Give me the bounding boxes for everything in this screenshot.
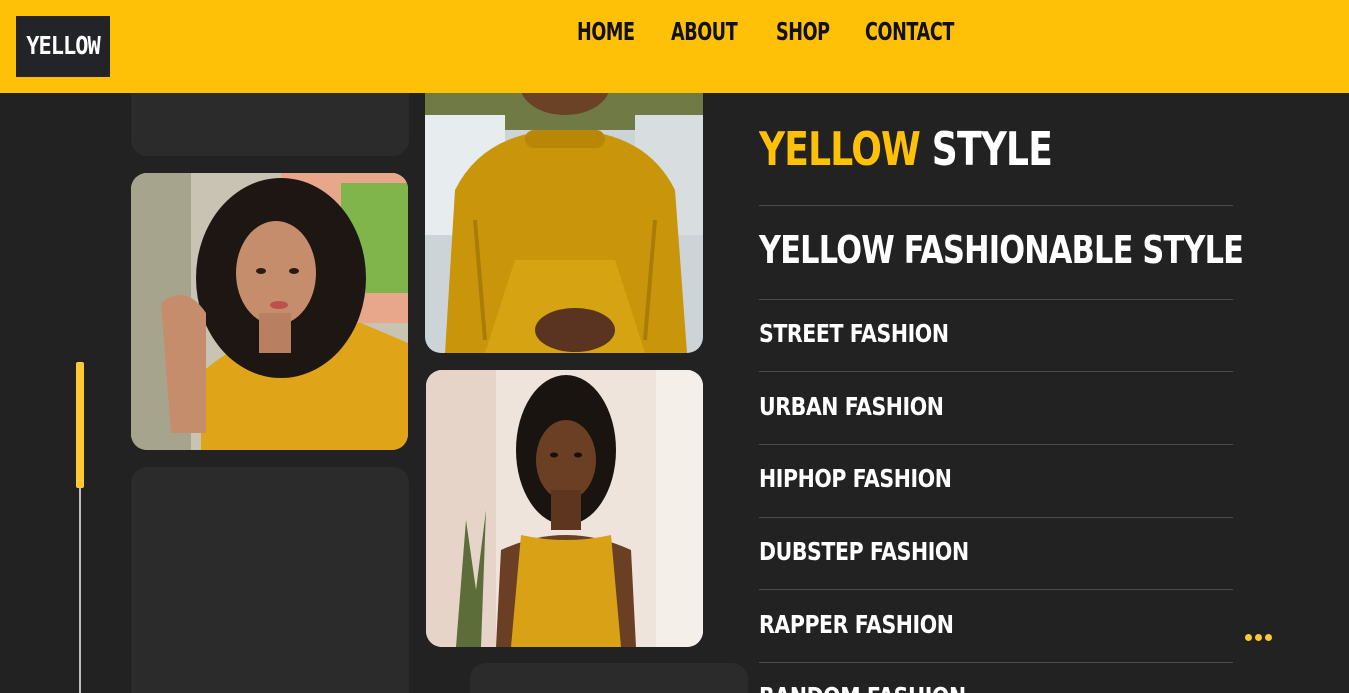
scroll-thumb[interactable]	[76, 362, 84, 488]
title-accent: YELLOW	[759, 123, 921, 177]
more-dots-icon[interactable]	[1236, 626, 1280, 648]
main-nav: HOME ABOUT SHOP CONTACT	[577, 18, 976, 47]
dot	[1254, 633, 1262, 641]
dot	[1264, 633, 1272, 641]
dot	[1244, 633, 1252, 641]
style-item-urban[interactable]: URBAN FASHION	[759, 392, 944, 421]
logo[interactable]: YELLOW	[16, 16, 110, 77]
divider	[759, 205, 1233, 206]
style-item-dubstep[interactable]: DUBSTEP FASHION	[759, 537, 969, 566]
model-photo-tshirt	[131, 173, 408, 450]
style-item-random[interactable]: RANDOM FASHION	[759, 682, 966, 693]
style-item-rapper[interactable]: RAPPER FASHION	[759, 610, 954, 639]
site-header: YELLOW HOME ABOUT SHOP CONTACT	[0, 0, 1349, 93]
model-photo-dress	[426, 370, 703, 647]
divider	[759, 299, 1233, 300]
style-item-street[interactable]: STREET FASHION	[759, 319, 949, 348]
gallery-photo-dress[interactable]	[426, 370, 703, 647]
divider	[759, 589, 1233, 590]
page-subtitle: YELLOW FASHIONABLE STYLE	[759, 228, 1244, 272]
nav-contact-link[interactable]: CONTACT	[865, 18, 954, 47]
divider	[759, 371, 1233, 372]
divider	[759, 517, 1233, 518]
gallery-tile-empty	[470, 663, 748, 693]
gallery-photo-tshirt[interactable]	[131, 173, 408, 450]
page-title: YELLOW STYLE	[759, 123, 1053, 177]
nav-shop-link[interactable]: SHOP	[776, 18, 830, 47]
divider	[759, 662, 1233, 663]
style-item-hiphop[interactable]: HIPHOP FASHION	[759, 464, 952, 493]
title-rest: STYLE	[931, 123, 1053, 177]
gallery-tile-empty	[131, 467, 409, 693]
nav-about-link[interactable]: ABOUT	[671, 18, 738, 47]
divider	[759, 444, 1233, 445]
gallery-photo-sweater[interactable]	[425, 60, 703, 353]
model-photo-sweater	[425, 60, 703, 353]
nav-home-link[interactable]: HOME	[577, 18, 635, 47]
